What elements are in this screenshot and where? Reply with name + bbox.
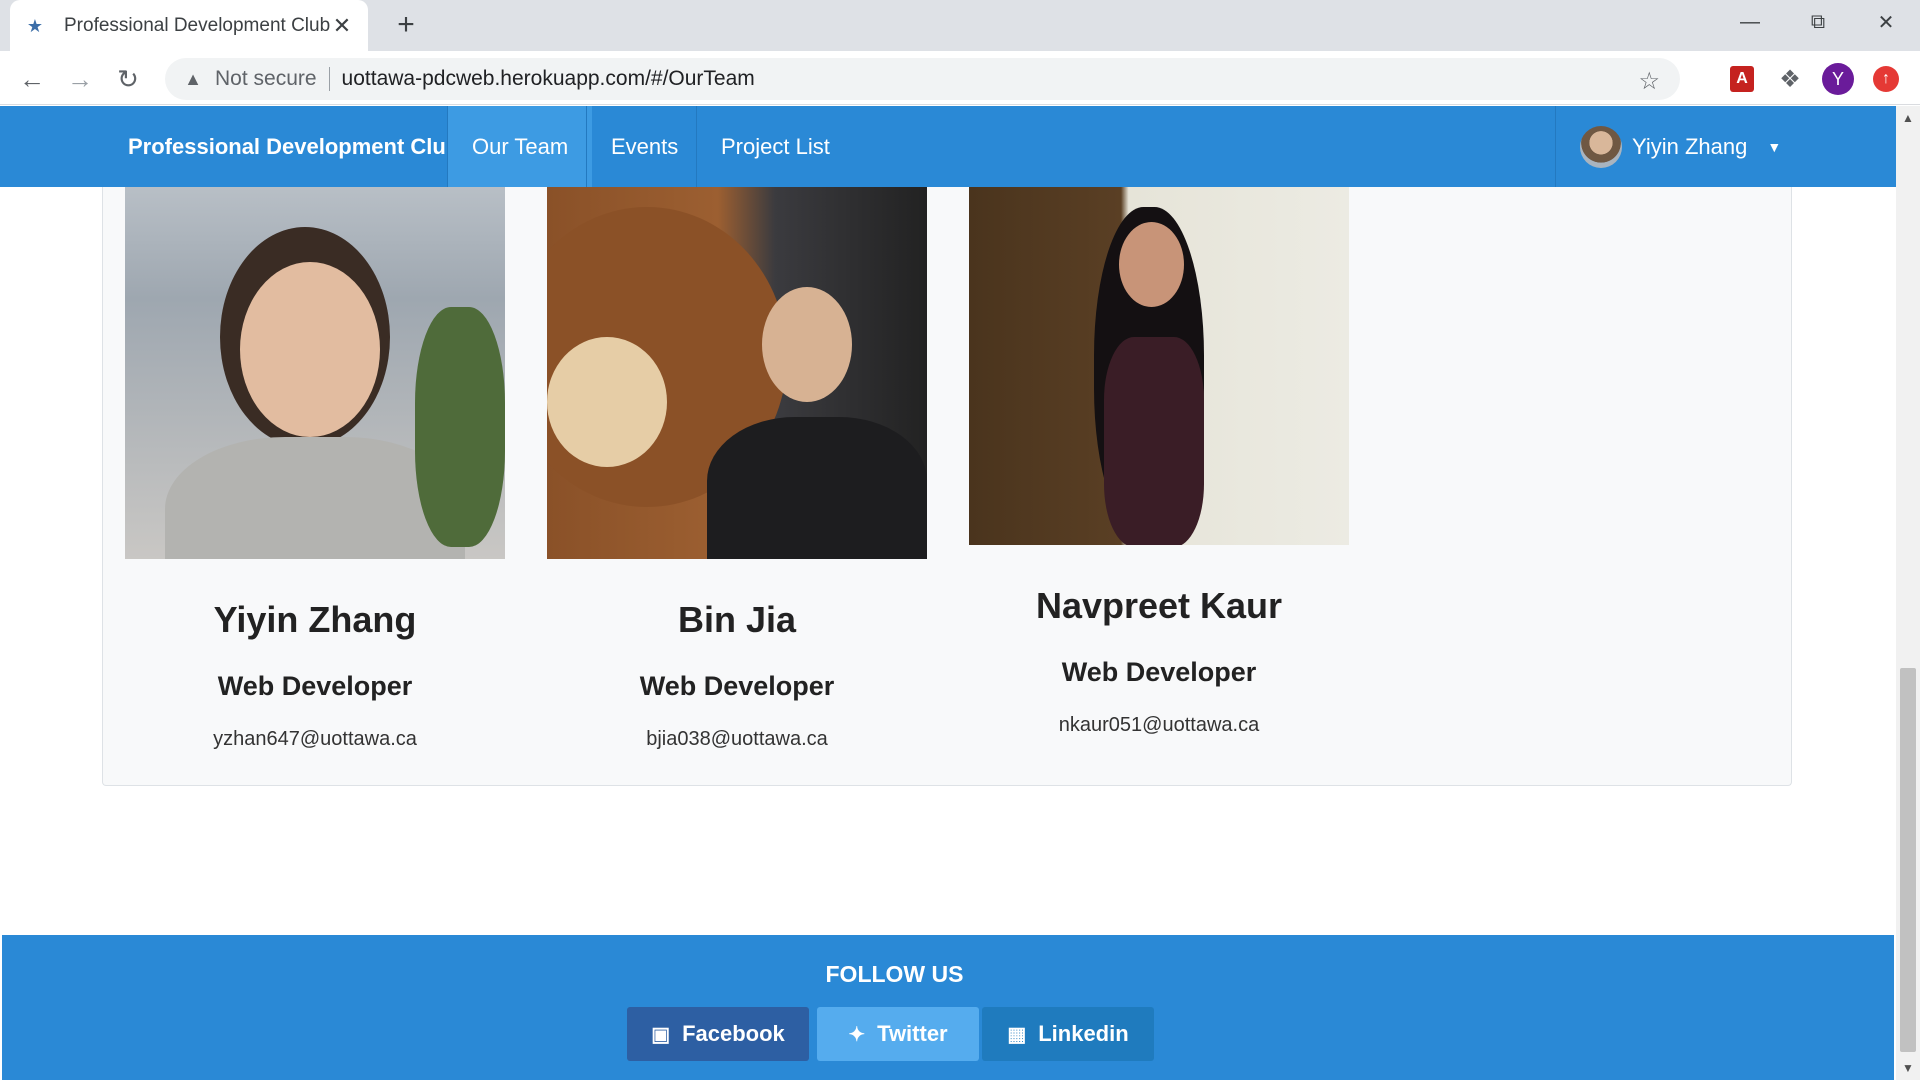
back-arrow-icon[interactable]: ← <box>14 61 50 97</box>
site-footer: FOLLOW US ▣ Facebook ✦ Twitter ▦ Linkedi… <box>2 935 1894 1080</box>
user-menu[interactable]: Yiyin Zhang ▼ <box>1555 106 1805 187</box>
profile-avatar[interactable]: Y <box>1822 63 1854 95</box>
scroll-down-arrow-icon[interactable]: ▼ <box>1896 1056 1920 1080</box>
follow-us-heading: FOLLOW US <box>825 961 964 987</box>
plant-shape <box>415 307 505 547</box>
team-card: Yiyin Zhang Web Developer yzhan647@uotta… <box>102 106 1792 786</box>
linkedin-icon: ▦ <box>1007 1023 1027 1046</box>
warning-icon: ▲ <box>184 68 202 89</box>
member-card-bin: Bin Jia Web Developer bjia038@uottawa.ca <box>547 187 927 751</box>
member-name: Navpreet Kaur <box>1035 585 1283 626</box>
member-email[interactable]: nkaur051@uottawa.ca <box>969 714 1349 737</box>
user-avatar <box>1580 125 1622 168</box>
update-icon[interactable]: ↑ <box>1873 66 1899 92</box>
nav-events[interactable]: Events <box>586 106 702 187</box>
member-role: Web Developer <box>639 671 835 701</box>
minimize-button[interactable]: — <box>1716 0 1784 44</box>
security-label[interactable]: Not secure <box>215 67 317 91</box>
window-controls: — ⧉ ✕ <box>1716 0 1920 44</box>
twitter-icon: ✦ <box>848 1023 866 1046</box>
member-photo <box>125 187 505 559</box>
restore-button[interactable]: ⧉ <box>1784 0 1852 44</box>
star-favicon-icon: ★ <box>26 15 44 36</box>
nav-project-list[interactable]: Project List <box>696 106 854 187</box>
facebook-button[interactable]: ▣ Facebook <box>627 1007 809 1061</box>
tab-title: Professional Development Club <box>64 14 330 36</box>
user-name: Yiyin Zhang <box>1632 133 1748 159</box>
facebook-label: Facebook <box>682 1021 785 1046</box>
site-brand[interactable]: Professional Development Club <box>128 106 459 187</box>
member-photo <box>969 187 1349 545</box>
new-tab-button[interactable]: + <box>390 9 422 41</box>
close-window-button[interactable]: ✕ <box>1852 0 1920 44</box>
member-email[interactable]: bjia038@uottawa.ca <box>547 728 927 751</box>
browser-tab[interactable]: ★ Professional Development Club ✕ <box>10 0 368 51</box>
face-shape <box>762 287 852 402</box>
bookmark-star-icon[interactable]: ☆ <box>1638 67 1660 96</box>
bear-muzzle-shape <box>547 337 667 467</box>
nav-our-team[interactable]: Our Team <box>447 106 593 187</box>
member-role: Web Developer <box>217 671 413 701</box>
twitter-label: Twitter <box>877 1021 948 1046</box>
dress-shape <box>1104 337 1204 545</box>
member-email[interactable]: yzhan647@uottawa.ca <box>125 728 505 751</box>
page-scrollbar[interactable]: ▲ ▼ <box>1896 106 1920 1080</box>
linkedin-button[interactable]: ▦ Linkedin <box>982 1007 1154 1061</box>
omnibox-separator <box>328 67 330 91</box>
reload-icon[interactable]: ↻ <box>110 61 146 97</box>
facebook-icon: ▣ <box>651 1023 671 1046</box>
jacket-shape <box>707 417 927 559</box>
member-name: Bin Jia <box>677 599 797 640</box>
browser-tabstrip: ★ Professional Development Club ✕ + — ⧉ … <box>0 0 1920 51</box>
close-tab-icon[interactable]: ✕ <box>330 13 354 38</box>
extensions-puzzle-icon[interactable]: ❖ <box>1774 63 1806 95</box>
member-card-yiyin: Yiyin Zhang Web Developer yzhan647@uotta… <box>125 187 505 751</box>
site-navbar: Professional Development Club Our Team E… <box>0 106 1896 187</box>
linkedin-label: Linkedin <box>1038 1021 1129 1046</box>
browser-toolbar: ← → ↻ ▲ Not secure uottawa-pdcweb.heroku… <box>0 51 1920 105</box>
forward-arrow-icon[interactable]: → <box>62 61 98 97</box>
face-shape <box>1119 222 1184 307</box>
page-viewport: Yiyin Zhang Web Developer yzhan647@uotta… <box>0 106 1920 1080</box>
scrollbar-thumb[interactable] <box>1900 668 1916 1052</box>
caret-down-icon: ▼ <box>1767 138 1782 155</box>
twitter-button[interactable]: ✦ Twitter <box>817 1007 979 1061</box>
face-shape <box>240 262 380 437</box>
address-bar[interactable]: ▲ Not secure uottawa-pdcweb.herokuapp.co… <box>165 58 1680 100</box>
member-role: Web Developer <box>1061 657 1257 687</box>
member-photo <box>547 187 927 559</box>
pdf-extension-icon[interactable]: A <box>1730 66 1754 92</box>
member-name: Yiyin Zhang <box>213 599 417 640</box>
member-card-navpreet: Navpreet Kaur Web Developer nkaur051@uot… <box>969 187 1349 737</box>
url-text[interactable]: uottawa-pdcweb.herokuapp.com/#/OurTeam <box>342 67 755 91</box>
scroll-up-arrow-icon[interactable]: ▲ <box>1896 106 1920 130</box>
